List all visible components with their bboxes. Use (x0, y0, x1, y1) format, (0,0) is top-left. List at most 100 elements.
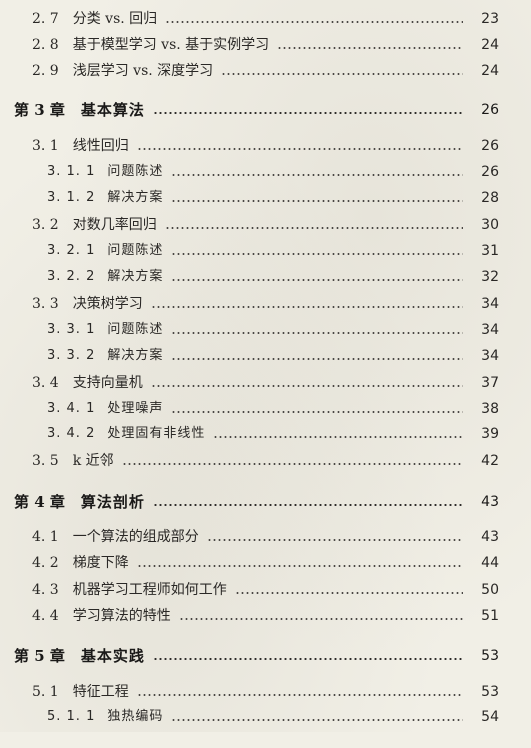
toc-entry-title: 问题陈述 (107, 164, 164, 179)
toc-page-number: 30 (481, 217, 499, 233)
toc-entry-title: 解决方案 (107, 190, 164, 205)
toc-dot-leader (121, 463, 463, 465)
toc-dot-leader (136, 565, 463, 567)
toc-page-number: 42 (481, 453, 499, 469)
toc-subsection-row: 3. 1. 2 解决方案 28 (0, 185, 531, 211)
toc-entry-number: 2. 8 (32, 37, 59, 53)
toc-entry-title: 处理噪声 (107, 401, 164, 416)
toc-subsection-row: 3. 2. 1 问题陈述 31 (0, 238, 531, 264)
toc-page-number: 37 (481, 375, 499, 391)
toc-page-number: 44 (481, 555, 499, 571)
toc-dot-leader (206, 539, 463, 541)
toc-dot-leader (171, 200, 463, 202)
toc-dot-leader (171, 358, 463, 360)
toc-page-number: 51 (481, 608, 499, 624)
toc-entry-number: 4. 4 (32, 608, 59, 624)
toc-dot-leader (152, 658, 463, 660)
toc-entry-number: 4. 1 (32, 529, 59, 545)
toc-page-number: 28 (481, 190, 499, 206)
toc-entry-number: 5. 1 (32, 684, 59, 700)
toc-dot-leader (136, 148, 463, 150)
toc-entry-number: 2. 9 (32, 63, 59, 79)
toc-entry-title: 基本算法 (80, 101, 145, 119)
toc-section-row: 3. 3 决策树学习 34 (0, 291, 531, 317)
toc-page-number: 26 (481, 164, 499, 180)
toc-entry-title: 分类 vs. 回归 (72, 11, 158, 27)
toc-section-row: 2. 9 浅层学习 vs. 深度学习 24 (0, 58, 531, 84)
toc-dot-leader (152, 504, 463, 506)
toc-page-number: 53 (481, 648, 499, 664)
toc-section-row: 2. 7 分类 vs. 回归 23 (0, 6, 531, 32)
toc-entry-number: 3. 2 (32, 217, 59, 233)
toc-page-number: 26 (481, 138, 499, 154)
toc-dot-leader (171, 174, 463, 176)
toc-entry-title: 算法剖析 (80, 493, 145, 511)
toc-entry-title: 梯度下降 (72, 555, 129, 571)
toc-entry-title: k 近邻 (72, 453, 114, 469)
toc-subsection-row: 3. 3. 1 问题陈述 34 (0, 317, 531, 343)
toc-page-number: 38 (481, 401, 499, 417)
toc-entry-title: 浅层学习 vs. 深度学习 (72, 63, 214, 79)
toc-entry-number: 3. 3 (32, 296, 59, 312)
toc-entry-number: 3. 3. 1 (47, 322, 96, 337)
toc-entry-title: 支持向量机 (72, 375, 143, 391)
toc-dot-leader (277, 47, 463, 49)
toc-dot-leader (171, 411, 463, 413)
toc-section-row: 3. 2 对数几率回归 30 (0, 212, 531, 238)
toc-entry-number: 第 3 章 (14, 101, 65, 119)
toc-section-row: 3. 1 线性回归 26 (0, 133, 531, 159)
toc-entry-number: 3. 1. 2 (47, 190, 96, 205)
toc-subsection-row: 3. 1. 1 问题陈述 26 (0, 159, 531, 185)
toc-entry-number: 3. 4. 2 (47, 426, 96, 441)
toc-subsection-row: 3. 4. 1 处理噪声 38 (0, 396, 531, 422)
toc-page-number: 26 (481, 102, 499, 118)
toc-page-number: 43 (481, 494, 499, 510)
toc-section-row: 3. 4 支持向量机 37 (0, 370, 531, 396)
toc-section-row: 2. 8 基于模型学习 vs. 基于实例学习 24 (0, 32, 531, 58)
toc-page-number: 31 (481, 243, 499, 259)
toc-entry-title: 对数几率回归 (72, 217, 157, 233)
toc-entry-number: 3. 5 (32, 453, 59, 469)
toc-chapter-row: 第 4 章算法剖析 43 (0, 489, 531, 515)
toc-entry-title: 特征工程 (72, 684, 129, 700)
toc-page-number: 23 (481, 11, 499, 27)
toc-dot-leader (234, 592, 463, 594)
toc-page-number: 43 (481, 529, 499, 545)
toc-entry-title: 问题陈述 (107, 322, 164, 337)
toc-entry-number: 4. 3 (32, 582, 59, 598)
toc-entry-number: 3. 1. 1 (47, 164, 96, 179)
toc-entry-title: 机器学习工程师如何工作 (72, 582, 227, 598)
toc-entry-title: 问题陈述 (107, 243, 164, 258)
toc-entry-number: 3. 4. 1 (47, 401, 96, 416)
toc-dot-leader (171, 332, 463, 334)
toc-page-number: 24 (481, 37, 499, 53)
book-page: 2. 7 分类 vs. 回归 23 2. 8 基于模型学习 vs. 基于实例学习 24 2.… (0, 0, 531, 732)
toc-page-number: 50 (481, 582, 499, 598)
toc-dot-leader (165, 21, 463, 23)
toc-entry-title: 处理固有非线性 (107, 426, 206, 441)
toc-page-number: 32 (481, 269, 499, 285)
toc-dot-leader (150, 385, 463, 387)
toc-entry-number: 3. 3. 2 (47, 348, 96, 363)
toc-entry-title: 决策树学习 (72, 296, 143, 312)
toc-entry-number: 第 5 章 (14, 647, 65, 665)
toc-chapter-row: 第 3 章基本算法 26 (0, 97, 531, 123)
toc-section-row: 4. 2 梯度下降 44 (0, 550, 531, 576)
toc-section-row: 4. 3 机器学习工程师如何工作 50 (0, 577, 531, 603)
toc-page-number: 34 (481, 348, 499, 364)
cropped-bottom-text (0, 714, 531, 748)
toc-dot-leader (171, 279, 463, 281)
toc-entry-number: 3. 2. 1 (47, 243, 96, 258)
toc-subsection-row: 3. 4. 2 处理固有非线性 39 (0, 421, 531, 447)
toc-page-number: 34 (481, 322, 499, 338)
toc-entry-title: 一个算法的组成部分 (72, 529, 199, 545)
toc-entry-title: 基于模型学习 vs. 基于实例学习 (72, 37, 270, 53)
toc-entry-title: 解决方案 (107, 269, 164, 284)
toc-entry-number: 2. 7 (32, 11, 59, 27)
toc-section-row: 5. 1 特征工程 53 (0, 679, 531, 705)
toc-dot-leader (136, 694, 463, 696)
toc-entry-number: 3. 4 (32, 375, 59, 391)
toc-section-row: 4. 1 一个算法的组成部分 43 (0, 524, 531, 550)
toc-page-number: 53 (481, 684, 499, 700)
toc-dot-leader (171, 253, 463, 255)
